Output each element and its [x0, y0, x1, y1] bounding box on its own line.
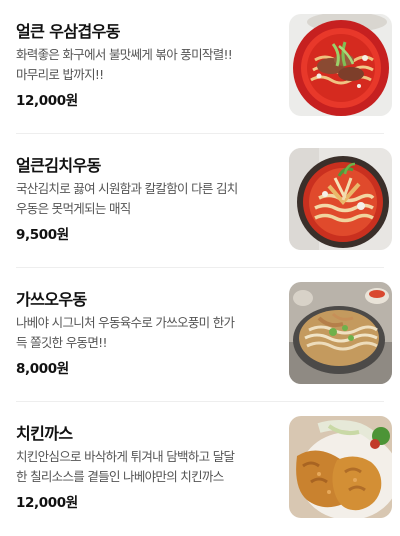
spicy-beef-udon-photo[interactable]	[289, 14, 392, 116]
menu-item[interactable]: 치킨까스 치킨안심으로 바삭하게 튀겨내 담백하고 달달 한 칠리소스를 곁들인…	[0, 402, 400, 536]
menu-item[interactable]: 얼큰김치우동 국산김치로 끓여 시원함과 칼칼함이 다른 김치 우동은 못먹게되…	[0, 134, 400, 268]
kimchi-udon-photo[interactable]	[289, 148, 392, 250]
menu-item-description: 나베야 시그니처 우동육수로 가쓰오풍미 한가 득 쫄깃한 우동면!!	[16, 313, 278, 353]
katsuo-udon-photo[interactable]	[289, 282, 392, 384]
menu-item-price: 9,500원	[16, 227, 69, 243]
menu-item-description-line: 한 칠리소스를 곁들인 나베야만의 치킨까스	[16, 469, 224, 484]
menu-item-name: 얼큰 우삼겹우동	[16, 22, 120, 41]
chicken-cutlet-photo[interactable]	[289, 416, 392, 518]
menu-item-price: 12,000원	[16, 495, 78, 511]
menu-item-price: 8,000원	[16, 361, 69, 377]
menu-item-description: 국산김치로 끓여 시원함과 칼칼함이 다른 김치 우동은 못먹게되는 매직	[16, 179, 278, 219]
menu-item-name: 가쓰오우동	[16, 290, 87, 309]
menu-list: 얼큰 우삼겹우동 화력좋은 화구에서 불맛쎄게 볶아 풍미작렬!! 마무리로 밥…	[0, 0, 400, 535]
menu-item-description-line: 치킨안심으로 바삭하게 튀겨내 담백하고 달달	[16, 449, 235, 464]
menu-item-description-line: 득 쫄깃한 우동면!!	[16, 335, 107, 350]
menu-item-description-line: 우동은 못먹게되는 매직	[16, 201, 131, 216]
menu-item-description-line: 화력좋은 화구에서 불맛쎄게 볶아 풍미작렬!!	[16, 47, 233, 62]
menu-item-price: 12,000원	[16, 93, 78, 109]
menu-item-name: 치킨까스	[16, 424, 73, 443]
menu-item-description-line: 나베야 시그니처 우동육수로 가쓰오풍미 한가	[16, 315, 235, 330]
menu-item-description: 치킨안심으로 바삭하게 튀겨내 담백하고 달달 한 칠리소스를 곁들인 나베야만…	[16, 447, 278, 487]
menu-item-name: 얼큰김치우동	[16, 156, 101, 175]
menu-item[interactable]: 얼큰 우삼겹우동 화력좋은 화구에서 불맛쎄게 볶아 풍미작렬!! 마무리로 밥…	[0, 0, 400, 134]
menu-item[interactable]: 가쓰오우동 나베야 시그니처 우동육수로 가쓰오풍미 한가 득 쫄깃한 우동면!…	[0, 268, 400, 402]
menu-item-description-line: 마무리로 밥까지!!	[16, 67, 104, 82]
menu-item-description-line: 국산김치로 끓여 시원함과 칼칼함이 다른 김치	[16, 181, 238, 196]
menu-item-description: 화력좋은 화구에서 불맛쎄게 볶아 풍미작렬!! 마무리로 밥까지!!	[16, 45, 278, 85]
